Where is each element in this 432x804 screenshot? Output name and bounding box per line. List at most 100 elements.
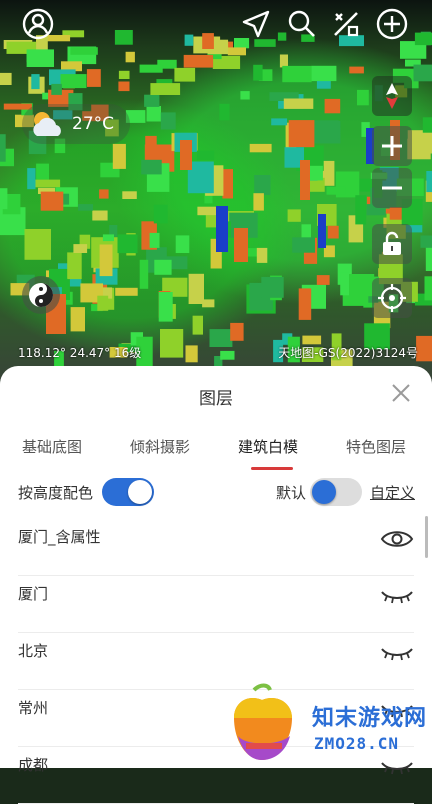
- building-block: [150, 233, 160, 248]
- eye-open-icon[interactable]: [380, 528, 414, 550]
- building-block: [78, 204, 93, 211]
- unlock-icon: [381, 231, 403, 257]
- tab-special-layers[interactable]: 特色图层: [346, 436, 406, 457]
- building-block: [189, 274, 204, 304]
- building-block: [147, 106, 162, 122]
- building-block: [119, 71, 130, 79]
- building-block: [317, 275, 330, 285]
- panel-title: 图层: [0, 384, 432, 409]
- compass-button[interactable]: [372, 76, 412, 116]
- tall-building: [318, 214, 326, 248]
- building-block: [122, 191, 137, 199]
- building-block: [302, 224, 312, 237]
- building-block: [357, 90, 369, 105]
- scrollbar[interactable]: [425, 516, 428, 558]
- building-block: [202, 299, 214, 307]
- eye-closed-icon[interactable]: [380, 585, 414, 607]
- building-block: [27, 168, 35, 189]
- watermark-url: ZMO28.CN: [314, 734, 399, 753]
- building-block: [349, 67, 364, 74]
- navigate-icon[interactable]: [240, 8, 272, 40]
- building-block: [253, 65, 262, 81]
- building-block: [51, 84, 62, 95]
- building-block: [27, 49, 54, 67]
- building-block: [115, 288, 138, 296]
- building-block: [25, 229, 52, 260]
- building-block: [292, 237, 315, 252]
- building-block: [261, 277, 283, 298]
- theme-toggle-button[interactable]: [22, 276, 60, 314]
- building-block: [184, 55, 213, 68]
- building-block: [113, 144, 126, 169]
- zoom-out-button[interactable]: [372, 168, 412, 208]
- building-block: [141, 160, 162, 175]
- tab-base-map[interactable]: 基础底图: [22, 436, 82, 457]
- building-block: [159, 292, 173, 322]
- eye-closed-icon[interactable]: [380, 642, 414, 664]
- layer-item[interactable]: 厦门_含属性: [18, 518, 414, 576]
- locate-button[interactable]: [372, 278, 412, 318]
- building-block: [71, 307, 85, 331]
- building-block: [210, 329, 233, 347]
- building-block: [327, 187, 346, 195]
- tab-building-model[interactable]: 建筑白模: [238, 436, 298, 457]
- zoom-in-button[interactable]: [372, 126, 412, 166]
- compass-icon: [380, 81, 404, 111]
- building-block: [220, 351, 234, 360]
- custom-link[interactable]: 自定义: [370, 482, 415, 503]
- building-block: [197, 151, 214, 160]
- building-block: [282, 66, 311, 82]
- map-view[interactable]: 27°C 118.12° 24.47: [0, 0, 432, 380]
- building-block: [150, 83, 180, 95]
- building-block: [115, 30, 133, 45]
- building-block: [310, 166, 323, 181]
- building-block: [240, 91, 249, 99]
- building-block: [423, 117, 432, 132]
- minus-icon: [379, 175, 405, 201]
- building-block: [302, 336, 321, 345]
- user-avatar-icon[interactable]: [22, 8, 54, 40]
- plus-icon: [379, 133, 405, 159]
- default-label: 默认: [276, 482, 306, 503]
- building-block: [340, 273, 349, 296]
- weather-widget[interactable]: 27°C: [22, 104, 130, 144]
- building-block: [421, 236, 432, 248]
- height-color-label: 按高度配色: [18, 482, 93, 503]
- tab-oblique-photo[interactable]: 倾斜摄影: [130, 436, 190, 457]
- building-block: [161, 112, 176, 129]
- building-block: [416, 336, 432, 361]
- coordinate-readout: 118.12° 24.47° 16级: [18, 344, 141, 361]
- search-icon[interactable]: [286, 8, 318, 40]
- building-block: [99, 189, 109, 198]
- building-block: [140, 260, 149, 289]
- watermark-text: 知末游戏网: [312, 700, 427, 732]
- height-color-toggle[interactable]: [102, 478, 154, 506]
- map-copyright: 天地图-GS(2022)3124号: [278, 344, 418, 361]
- building-block: [426, 171, 432, 192]
- building-block: [144, 95, 159, 107]
- building-block: [36, 164, 49, 180]
- building-block: [154, 205, 168, 224]
- tools-icon[interactable]: [330, 8, 362, 40]
- building-block: [126, 52, 135, 63]
- building-block: [228, 47, 246, 55]
- default-toggle[interactable]: [310, 478, 362, 506]
- close-icon[interactable]: [390, 382, 412, 404]
- layer-name: 厦门: [18, 583, 48, 604]
- partly-cloudy-icon: [28, 108, 66, 140]
- building-block: [70, 47, 97, 55]
- building-block: [325, 99, 341, 113]
- building-block: [31, 74, 39, 89]
- building-block: [254, 175, 270, 195]
- building-block: [73, 244, 87, 253]
- lock-button[interactable]: [372, 224, 412, 264]
- layer-name: 北京: [18, 640, 48, 661]
- add-icon[interactable]: [376, 8, 408, 40]
- tall-building: [300, 160, 310, 200]
- building-block: [35, 180, 60, 188]
- tall-building: [216, 206, 228, 252]
- building-layer: [0, 0, 432, 380]
- layer-name: 常州: [18, 697, 48, 718]
- building-block: [185, 35, 194, 46]
- layer-item[interactable]: 厦门: [18, 575, 414, 633]
